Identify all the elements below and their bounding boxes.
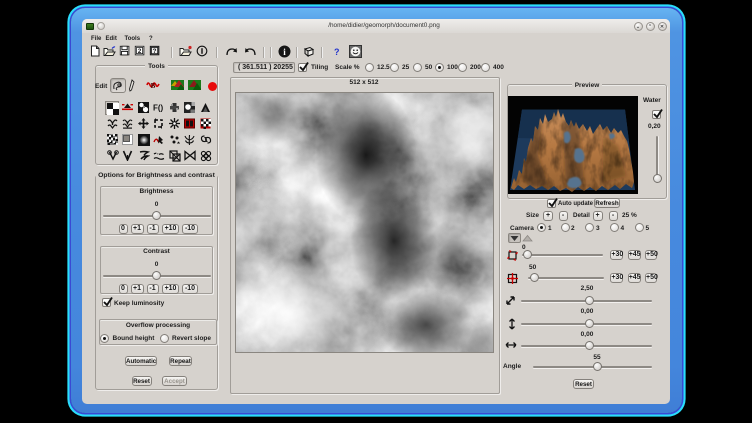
svg-text:2: 2 [138,48,142,55]
svg-text:F(): F() [153,104,164,113]
svg-text:B: B [151,82,156,90]
svg-text:?: ? [153,48,157,55]
